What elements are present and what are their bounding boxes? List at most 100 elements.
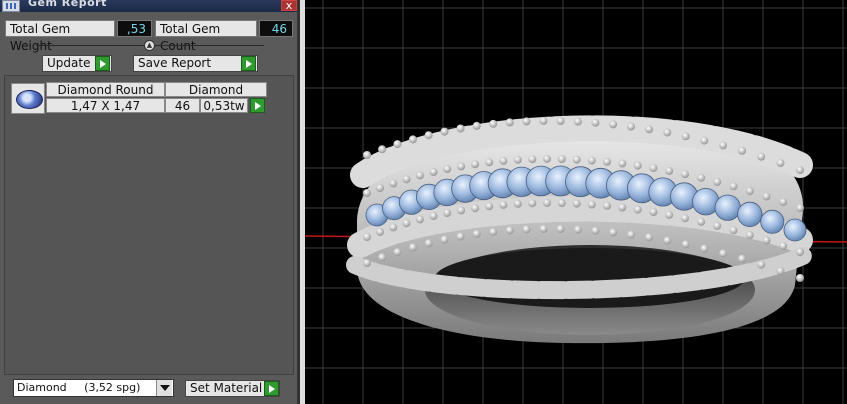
bead [499, 156, 508, 165]
bead [429, 212, 438, 220]
bead [757, 260, 766, 269]
bead [618, 159, 627, 168]
bead [713, 221, 722, 230]
bead [603, 157, 611, 166]
bead [489, 119, 498, 128]
update-button-label: Update [47, 56, 91, 70]
bead [796, 248, 804, 256]
bead [697, 217, 706, 226]
bead [796, 274, 804, 282]
material-select-value: Diamond (3,52 spg) [17, 381, 141, 394]
bead [645, 233, 653, 242]
save-report-go-icon[interactable] [241, 56, 256, 71]
bead [376, 228, 384, 236]
gem-weight-cell: 0,53tw [200, 98, 248, 113]
bead [681, 170, 689, 179]
bead [609, 120, 618, 129]
bead [591, 226, 600, 235]
bead [572, 199, 581, 208]
bead [440, 235, 449, 244]
bead [587, 200, 596, 209]
bead [738, 146, 746, 155]
save-report-button[interactable]: Save Report [133, 55, 258, 72]
bead [729, 182, 738, 191]
bead [757, 152, 766, 161]
bead [779, 242, 788, 250]
bead [378, 253, 387, 262]
bead [528, 155, 537, 164]
bead [440, 127, 449, 136]
bead [499, 200, 508, 209]
bead [557, 155, 566, 163]
bead [363, 151, 371, 159]
bead [762, 236, 771, 245]
gem-list [4, 75, 294, 375]
bead [489, 227, 498, 236]
round-diamond-icon [16, 90, 43, 109]
bead [633, 205, 642, 214]
chevron-down-icon[interactable] [156, 380, 172, 396]
set-material-button-label: Set Material [190, 381, 263, 395]
bead [627, 122, 635, 131]
bead [443, 209, 452, 217]
bead [663, 236, 672, 245]
bead [796, 204, 804, 212]
bead [719, 141, 728, 150]
save-report-button-label: Save Report [138, 56, 212, 70]
bead [697, 173, 706, 182]
bead [363, 189, 371, 197]
close-button[interactable]: x [281, 0, 297, 11]
material-select[interactable]: Diamond (3,52 spg) [13, 379, 174, 397]
bead [402, 175, 411, 184]
gem-thumbnail[interactable] [11, 83, 45, 114]
bead [649, 164, 658, 172]
bead [745, 231, 754, 240]
bead [779, 198, 788, 206]
bead [700, 136, 709, 145]
update-go-icon[interactable] [95, 56, 110, 71]
bead [556, 225, 565, 233]
set-material-go-icon[interactable] [264, 381, 279, 396]
bead [681, 214, 689, 223]
bead [700, 244, 709, 253]
total-gem-weight-value: ,53 [117, 20, 152, 37]
bead [408, 135, 417, 144]
bead [472, 229, 481, 238]
panel-title: Gem Report [28, 0, 107, 9]
bead [681, 240, 690, 249]
bead [513, 155, 522, 164]
gem-stone [783, 218, 807, 242]
bead [505, 226, 514, 235]
bead [363, 259, 371, 267]
bead [543, 198, 551, 207]
bead [573, 225, 582, 234]
bead [424, 131, 433, 140]
bead [415, 171, 424, 180]
gem-stone [737, 201, 763, 227]
bead [649, 208, 658, 216]
panel-title-bar: Gem Report x [0, 0, 300, 12]
bead [572, 155, 581, 164]
bead [389, 179, 398, 188]
bead [609, 228, 618, 237]
bead [557, 199, 566, 207]
bead [456, 124, 465, 133]
bead [363, 233, 371, 241]
gem-report-panel: Gem Report x Total Gem Weight ,53 Total … [0, 0, 300, 404]
bead [539, 116, 548, 125]
bead [713, 177, 722, 186]
bead [573, 117, 582, 126]
gem-row-go-icon[interactable] [250, 98, 265, 113]
bead [393, 140, 402, 149]
gem-count-cell: 46 [165, 98, 200, 113]
bead [618, 203, 627, 212]
bead [776, 159, 785, 168]
bead [472, 121, 481, 130]
3d-viewport[interactable] [305, 0, 847, 404]
collapse-toggle[interactable]: ▲ [144, 40, 155, 51]
bead [665, 166, 674, 175]
bead [591, 118, 600, 127]
bead [485, 202, 494, 211]
gem-material-cell: Diamond [165, 82, 267, 97]
bead [378, 145, 387, 154]
